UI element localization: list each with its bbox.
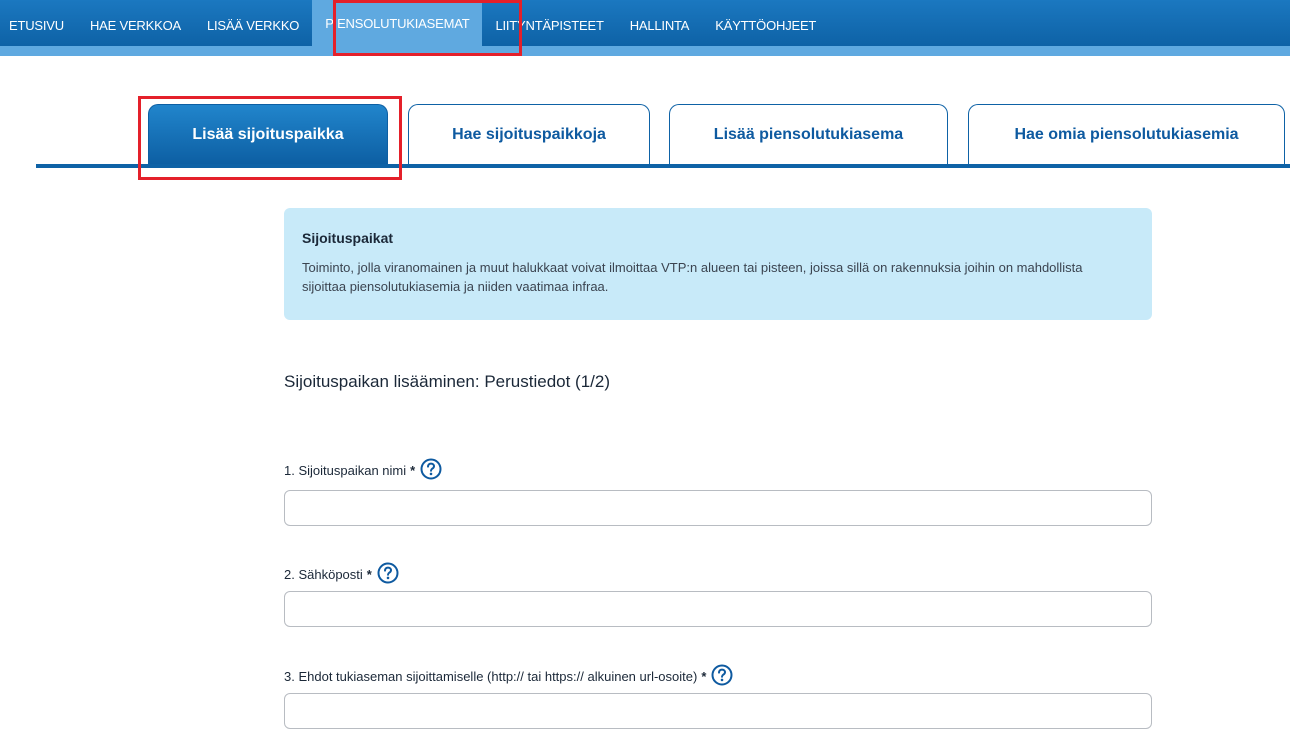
nav-item-kayttoohjeet[interactable]: KÄYTTÖOHJEET xyxy=(702,0,829,46)
tab-lisaa-sijoituspaikka[interactable]: Lisää sijoituspaikka xyxy=(148,104,388,164)
top-navigation-strip xyxy=(0,46,1290,56)
required-marker: * xyxy=(701,669,707,684)
sijoituspaikan-nimi-input[interactable] xyxy=(284,490,1152,526)
required-marker: * xyxy=(410,463,416,478)
tab-hae-sijoituspaikkoja[interactable]: Hae sijoituspaikkoja xyxy=(408,104,650,164)
help-icon[interactable] xyxy=(377,562,399,584)
form-heading: Sijoituspaikan lisääminen: Perustiedot (… xyxy=(284,372,611,391)
tab-hae-omia-piensolutukiasemia[interactable]: Hae omia piensolutukiasemia xyxy=(968,104,1285,164)
tab-lisaa-piensolutukiasema[interactable]: Lisää piensolutukiasema xyxy=(669,104,948,164)
info-box-text: Toiminto, jolla viranomainen ja muut hal… xyxy=(302,260,1083,294)
top-navigation: ETUSIVU HAE VERKKOA LISÄÄ VERKKO PIENSOL… xyxy=(0,0,1290,56)
help-icon[interactable] xyxy=(711,664,733,686)
nav-items: ETUSIVU HAE VERKKOA LISÄÄ VERKKO PIENSOL… xyxy=(0,0,829,48)
field-label-text: 1. Sijoituspaikan nimi xyxy=(284,463,407,478)
field-label-nimi: 1. Sijoituspaikan nimi * xyxy=(284,456,442,480)
sahkoposti-input[interactable] xyxy=(284,591,1152,627)
info-box: Sijoituspaikat Toiminto, jolla viranomai… xyxy=(284,208,1152,320)
nav-item-lisaa-verkko[interactable]: LISÄÄ VERKKO xyxy=(194,0,312,46)
tabs-underline xyxy=(36,164,1290,168)
nav-item-etusivu[interactable]: ETUSIVU xyxy=(0,0,77,46)
required-marker: * xyxy=(366,567,372,582)
field-label-text: 2. Sähköposti xyxy=(284,567,363,582)
field-label-ehdot: 3. Ehdot tukiaseman sijoittamiselle (htt… xyxy=(284,662,733,686)
nav-item-hallinta[interactable]: HALLINTA xyxy=(617,0,703,46)
field-label-text: 3. Ehdot tukiaseman sijoittamiselle (htt… xyxy=(284,669,698,684)
ehdot-url-input[interactable] xyxy=(284,693,1152,729)
nav-item-piensolutukiasemat[interactable]: PIENSOLUTUKIASEMAT xyxy=(312,0,483,48)
help-icon[interactable] xyxy=(420,458,442,480)
info-box-title: Sijoituspaikat xyxy=(302,230,394,246)
nav-item-liityntapisteet[interactable]: LIITYNTÄPISTEET xyxy=(482,0,616,46)
nav-item-hae-verkkoa[interactable]: HAE VERKKOA xyxy=(77,0,194,46)
field-label-sahkoposti: 2. Sähköposti * xyxy=(284,560,399,584)
